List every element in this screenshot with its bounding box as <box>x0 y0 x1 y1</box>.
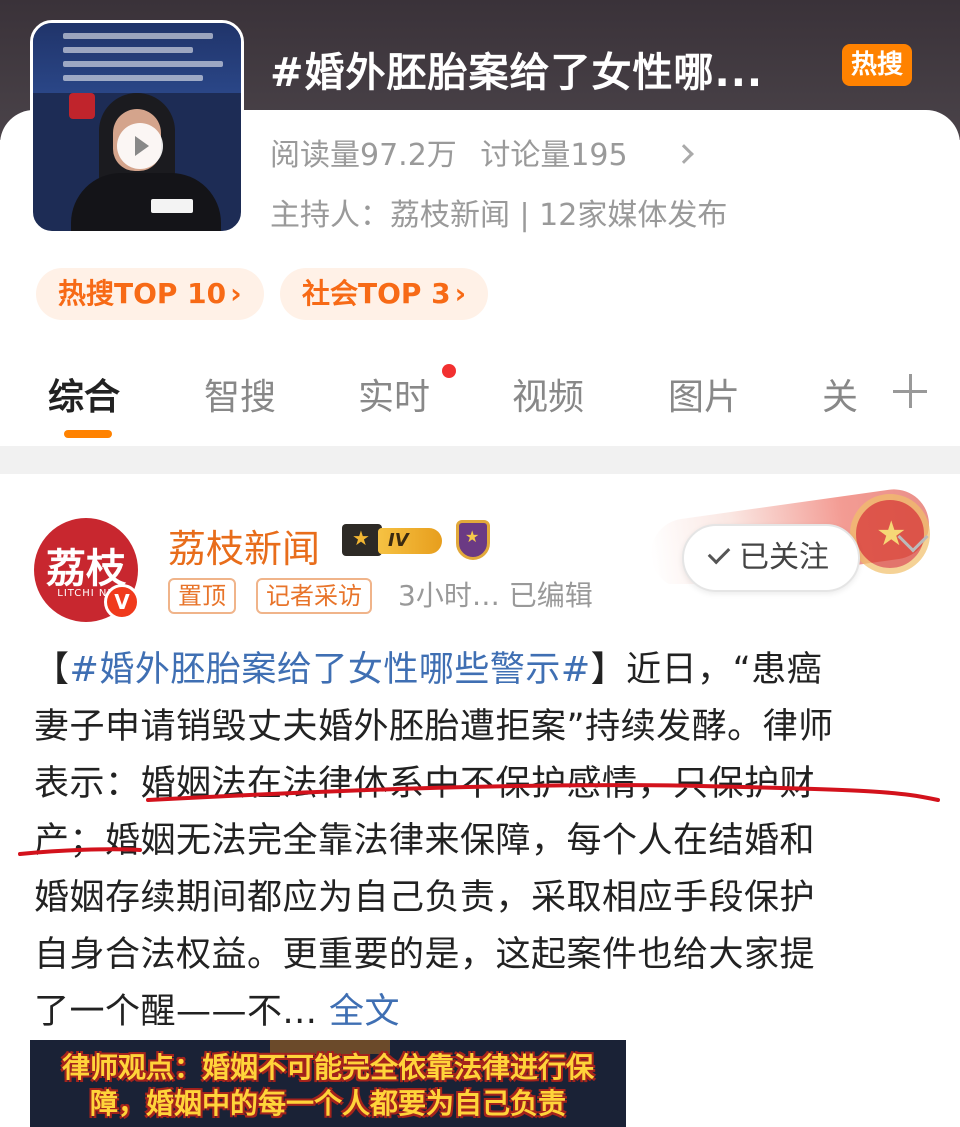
tab-realtime[interactable]: 实时 <box>358 368 430 420</box>
chevron-right-icon: › <box>454 277 467 310</box>
body-line: 妻子申请销毁丈夫婚外胚胎遭拒案”持续发酵。律师 <box>34 707 834 747</box>
body-line: 产；婚姻无法完全靠法律来保障，每个人在结婚和 <box>34 821 816 861</box>
body-line: 自身合法权益。更重要的是，这起案件也给大家提 <box>34 935 816 975</box>
section-divider <box>0 446 960 474</box>
follow-button[interactable]: 已关注 <box>682 524 860 592</box>
tab-smart-search[interactable]: 智搜 <box>204 368 276 420</box>
chevron-right-icon[interactable] <box>674 144 695 164</box>
body-line: 婚姻存续期间都应为自己负责，采取相应手段保护 <box>34 878 816 918</box>
play-icon[interactable] <box>117 123 163 169</box>
body-line: 了一个醒——不... 全文 <box>34 992 401 1032</box>
chevron-right-icon: › <box>230 277 242 310</box>
tab-images[interactable]: 图片 <box>668 368 740 420</box>
verified-icon: V <box>104 584 140 620</box>
video-caption: 律师观点：婚姻不可能完全依靠法律进行保 障，婚姻中的每一个人都要为自己负责 <box>61 1051 594 1120</box>
post-meta: 3小时… 已编辑 <box>398 579 593 612</box>
crown-icon <box>342 524 382 556</box>
topic-host: 主持人：荔枝新闻 | 12家媒体发布 <box>270 198 728 233</box>
topic-title: #婚外胚胎案给了女性哪... <box>270 50 764 96</box>
tab-comprehensive[interactable]: 综合 <box>48 368 120 420</box>
tab-bar: 综合 智搜 实时 视频 图片 关 <box>0 356 960 444</box>
active-tab-indicator <box>64 430 112 438</box>
thumbnail-mic-label <box>151 199 193 213</box>
follow-label: 已关注 <box>739 540 829 575</box>
thumbnail-logo <box>69 93 95 119</box>
level-label: IV <box>378 528 442 554</box>
author-name[interactable]: 荔枝新闻 <box>168 518 320 573</box>
shield-icon[interactable] <box>456 520 490 560</box>
rank-chip-society[interactable]: 社会TOP 3 › <box>280 268 489 320</box>
rank-chip-hot-search[interactable]: 热搜TOP 10 › <box>36 268 264 320</box>
body-line: 表示：婚姻法在法律体系中不保护感情，只保护财 <box>34 764 816 804</box>
full-text-link[interactable]: 全文 <box>329 992 400 1032</box>
topic-video-thumbnail[interactable] <box>30 20 244 234</box>
post-body: 【#婚外胚胎案给了女性哪些警示#】近日，“患癌 妻子申请销毁丈夫婚外胚胎遭拒案”… <box>34 642 934 1041</box>
topic-stats[interactable]: 阅读量97.2万 讨论量195 <box>270 130 695 174</box>
thumbnail-banner <box>33 23 241 93</box>
tab-video[interactable]: 视频 <box>512 368 584 420</box>
plus-icon[interactable] <box>893 374 927 408</box>
pinned-tag: 置顶 <box>168 578 236 614</box>
rank-chip-label: 热搜TOP 10 <box>58 277 227 310</box>
hashtag-link[interactable]: #婚外胚胎案给了女性哪些警示# <box>70 650 591 690</box>
tab-follow[interactable]: 关 <box>822 368 858 420</box>
body-line: 【#婚外胚胎案给了女性哪些警示#】近日，“患癌 <box>34 650 823 690</box>
new-content-dot <box>442 364 456 378</box>
crown-level-badge[interactable]: IV <box>342 522 442 558</box>
discussion-count: 讨论量195 <box>480 138 628 173</box>
interview-tag: 记者采访 <box>256 578 372 614</box>
hot-search-badge: 热搜 <box>842 44 912 86</box>
video-thumbnail[interactable]: 律师观点：婚姻不可能完全依靠法律进行保 障，婚姻中的每一个人都要为自己负责 <box>30 1040 626 1127</box>
read-count: 阅读量97.2万 <box>270 138 457 173</box>
rank-chip-label: 社会TOP 3 <box>302 277 451 310</box>
check-icon <box>707 541 731 565</box>
post-card: ★ 荔枝 LITCHI NE V 荔枝新闻 IV 置顶 记者采访 3小时… 已编… <box>0 474 960 1127</box>
